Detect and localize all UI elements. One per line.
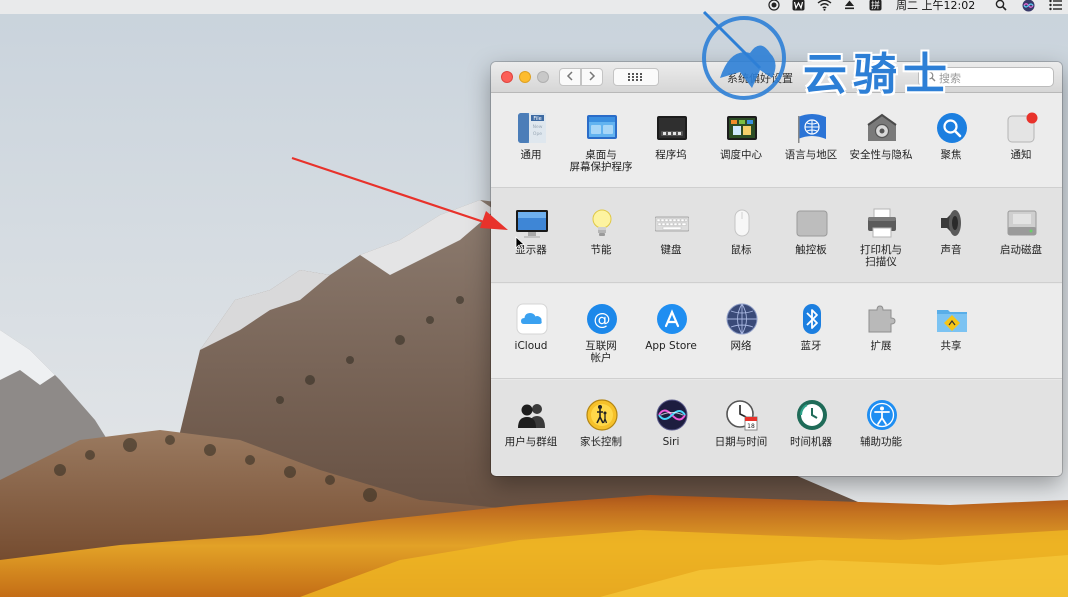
pref-startup-disk[interactable]: 启动磁盘 <box>986 188 1056 283</box>
trackpad-icon <box>796 210 828 237</box>
chevron-right-icon <box>589 71 596 81</box>
pref-sound[interactable]: 声音 <box>916 188 986 283</box>
pref-general[interactable]: File New Ope 通用 <box>496 93 566 188</box>
extensions-icon <box>868 305 896 333</box>
pref-label: 共享 <box>940 340 962 352</box>
pref-siri[interactable]: Siri <box>636 380 706 475</box>
bluetooth-icon <box>803 304 821 334</box>
users-groups-icon <box>518 404 545 428</box>
app-store-icon <box>657 304 687 334</box>
zoom-button[interactable] <box>537 71 549 83</box>
pref-label: 辅助功能 <box>860 436 902 448</box>
pref-date-time[interactable]: 18 日期与时间 <box>706 380 776 475</box>
network-icon <box>726 303 758 335</box>
desktop-screensaver-icon <box>587 115 617 139</box>
system-preferences-window: 系统偏好设置 搜索 File New Ope 通用 桌面与 屏幕保护程序 程序坞… <box>491 62 1062 476</box>
close-button[interactable] <box>501 71 513 83</box>
keyboard-icon <box>655 216 689 232</box>
watermark-text: 云骑士 <box>803 49 953 100</box>
sound-icon <box>941 210 961 236</box>
accessibility-icon <box>867 400 897 430</box>
notifications-icon <box>1007 112 1038 143</box>
knight-logo-icon <box>702 10 786 100</box>
pref-bluetooth[interactable]: 蓝牙 <box>776 284 846 379</box>
prefs-row-hardware: 显示器 节能 键盘 鼠标 触控板 打印机与 扫描仪 声音 启动磁盘 <box>491 188 1062 283</box>
prefs-row-internet: iCloud @ 互联网 帐户 App Store 网络 蓝牙 扩展 共享 <box>491 284 1062 379</box>
general-icon: File New Ope <box>518 113 546 143</box>
svg-text:File: File <box>533 116 541 122</box>
mission-control-icon <box>727 116 757 140</box>
pref-keyboard[interactable]: 键盘 <box>636 188 706 283</box>
date-time-icon: 18 <box>726 400 758 431</box>
svg-text:Ope: Ope <box>533 131 542 137</box>
language-region-icon <box>798 114 826 143</box>
watermark-logo: 云骑士 <box>700 8 1060 108</box>
startup-disk-icon <box>1007 210 1037 236</box>
svg-text:@: @ <box>594 310 611 330</box>
internet-accounts-icon: @ <box>587 304 617 334</box>
pref-parental-controls[interactable]: 家长控制 <box>566 380 636 475</box>
parental-controls-icon <box>586 399 618 431</box>
mouse-icon <box>734 209 750 237</box>
forward-button[interactable] <box>581 68 603 86</box>
icloud-icon <box>516 303 548 335</box>
pref-label: 通知 <box>1010 149 1032 161</box>
time-machine-icon <box>797 400 827 430</box>
pref-trackpad[interactable]: 触控板 <box>776 188 846 283</box>
pref-dock[interactable]: 程序坞 <box>636 93 706 188</box>
pref-time-machine[interactable]: 时间机器 <box>776 380 846 475</box>
pref-mouse[interactable]: 鼠标 <box>706 188 776 283</box>
printer-scanner-icon <box>868 208 896 238</box>
show-all-button[interactable] <box>613 68 659 86</box>
spotlight-icon <box>937 113 967 143</box>
pref-printer-scanner[interactable]: 打印机与 扫描仪 <box>846 188 916 283</box>
pref-accessibility[interactable]: 辅助功能 <box>846 380 916 475</box>
pref-extensions[interactable]: 扩展 <box>846 284 916 379</box>
pref-displays[interactable]: 显示器 <box>496 188 566 283</box>
pref-network[interactable]: 网络 <box>706 284 776 379</box>
pref-sharing[interactable]: 共享 <box>916 284 986 379</box>
pref-energy-saver[interactable]: 节能 <box>566 188 636 283</box>
chevron-left-icon <box>566 71 573 81</box>
displays-icon <box>516 210 548 238</box>
prefs-row-system: 用户与群组 家长控制 Siri 18 日期与时间 时间机器 辅助功能 <box>491 380 1062 475</box>
dock-icon <box>657 116 687 140</box>
mouse-cursor-icon <box>515 236 525 250</box>
sharing-icon <box>937 310 967 332</box>
svg-text:18: 18 <box>747 423 755 430</box>
pref-label: 启动磁盘 <box>1000 244 1042 256</box>
pref-icloud[interactable]: iCloud <box>496 284 566 379</box>
pref-app-store[interactable]: App Store <box>636 284 706 379</box>
pref-users-groups[interactable]: 用户与群组 <box>496 380 566 475</box>
pref-internet-accounts[interactable]: @ 互联网 帐户 <box>566 284 636 379</box>
svg-text:New: New <box>533 124 543 130</box>
siri-icon <box>656 399 688 431</box>
back-button[interactable] <box>559 68 581 86</box>
grid-icon <box>628 73 642 81</box>
security-privacy-icon <box>867 113 897 141</box>
minimize-button[interactable] <box>519 71 531 83</box>
pref-desktop-screensaver[interactable]: 桌面与 屏幕保护程序 <box>566 93 636 188</box>
energy-saver-icon <box>592 209 612 236</box>
